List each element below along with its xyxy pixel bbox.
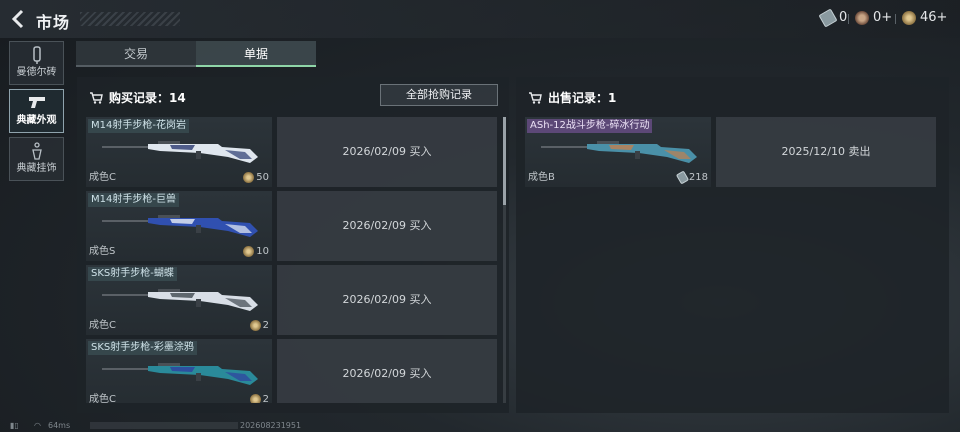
- coin-icon: [243, 246, 255, 257]
- currency-divider: [895, 14, 896, 24]
- purchase-panel: 购买记录：14 全部抢购记录 M14射手步枪-花岗岩 成色C 50 2026/0…: [77, 77, 509, 413]
- status-strip: [90, 422, 238, 429]
- wifi-icon: ◠: [34, 421, 41, 430]
- charm-icon: [28, 142, 46, 162]
- record-item-grade: 成色B: [528, 172, 555, 183]
- scrollbar-thumb[interactable]: [503, 117, 506, 205]
- sale-record-list[interactable]: ASh-12战斗步枪-碎冰行动 成色B 218 2025/12/10 卖出: [525, 117, 945, 403]
- record-item-price-value: 2: [262, 394, 269, 403]
- brick-icon: [28, 46, 46, 66]
- ticket-currency: 0: [818, 7, 848, 28]
- sidebar-item-label: 曼德尔砖: [16, 67, 57, 78]
- record-date-status: 2026/02/09 买入: [277, 191, 497, 261]
- sale-panel: 出售记录：1 ASh-12战斗步枪-碎冰行动 成色B 218 2025/12/1…: [516, 77, 949, 413]
- record-item-price: 50: [243, 172, 269, 183]
- sale-header: 出售记录：1: [528, 89, 616, 106]
- cart-buy-icon: [89, 91, 103, 104]
- record-item-card[interactable]: M14射手步枪-巨兽 成色S 10: [86, 191, 272, 261]
- coin-currency-value: 46+: [920, 10, 948, 25]
- record-item-price-value: 50: [256, 172, 269, 183]
- record-item-price: 10: [243, 246, 269, 257]
- record-item-card[interactable]: ASh-12战斗步枪-碎冰行动 成色B 218: [525, 117, 711, 187]
- record-item-price-value: 2: [262, 320, 269, 331]
- top-bar: 市场 0 0+ 46+: [0, 0, 960, 38]
- status-bar: ▮▯ ◠ 64ms 202608231951: [0, 419, 960, 432]
- record-item-name: ASh-12战斗步枪-碎冰行动: [527, 119, 653, 133]
- record-item-price: 218: [675, 170, 708, 185]
- purchase-record-row[interactable]: M14射手步枪-巨兽 成色S 10 2026/02/09 买入: [86, 191, 498, 261]
- battery-icon: ▮▯: [10, 421, 19, 430]
- build-number: 202608231951: [240, 421, 302, 430]
- record-item-grade: 成色S: [89, 246, 116, 257]
- skull-currency[interactable]: 0+: [855, 10, 892, 25]
- ticket-icon: [675, 170, 690, 185]
- ticket-currency-value: 0: [839, 10, 848, 25]
- coin-icon: [902, 10, 916, 25]
- sidebar-item-label: 典藏外观: [16, 115, 57, 126]
- record-item-name: M14射手步枪-巨兽: [88, 193, 179, 207]
- sale-record-row[interactable]: ASh-12战斗步枪-碎冰行动 成色B 218 2025/12/10 卖出: [525, 117, 937, 187]
- record-item-price: 2: [249, 394, 269, 403]
- pistol-icon: [28, 94, 46, 114]
- coin-icon: [249, 394, 261, 403]
- ping-readout: 64ms: [48, 421, 71, 430]
- rifle-image: [102, 141, 258, 163]
- record-date-status: 2026/02/09 买入: [277, 339, 497, 403]
- record-item-price-value: 10: [256, 246, 269, 257]
- record-item-name: SKS射手步枪-彩墨涂鸦: [88, 341, 197, 355]
- tab-trade[interactable]: 交易: [76, 41, 196, 67]
- purchase-header: 购买记录：14: [89, 89, 186, 106]
- record-item-grade: 成色C: [89, 172, 116, 183]
- tab-orders[interactable]: 单据: [196, 41, 316, 67]
- record-item-card[interactable]: M14射手步枪-花岗岩 成色C 50: [86, 117, 272, 187]
- cart-sell-icon: [528, 91, 542, 104]
- rifle-image: [102, 215, 258, 237]
- sale-count: 出售记录：1: [548, 91, 617, 105]
- record-item-card[interactable]: SKS射手步枪-蝴蝶 成色C 2: [86, 265, 272, 335]
- sidebar-item-collection-skins[interactable]: 典藏外观: [9, 89, 64, 133]
- ticket-icon: [818, 7, 838, 28]
- purchase-list-scrollbar[interactable]: [503, 117, 506, 403]
- rifle-image: [102, 363, 258, 385]
- record-date-status: 2025/12/10 卖出: [716, 117, 936, 187]
- purchase-record-row[interactable]: SKS射手步枪-蝴蝶 成色C 2 2026/02/09 买入: [86, 265, 498, 335]
- coin-currency[interactable]: 46+: [902, 10, 947, 25]
- purchase-count: 购买记录：14: [109, 91, 186, 105]
- rifle-image: [102, 289, 258, 311]
- coin-icon: [249, 320, 261, 331]
- record-item-grade: 成色C: [89, 320, 116, 331]
- record-item-name: SKS射手步枪-蝴蝶: [88, 267, 177, 281]
- all-rush-purchase-records-button[interactable]: 全部抢购记录: [380, 84, 498, 106]
- record-item-price: 2: [249, 320, 269, 331]
- title-decoration: [80, 12, 180, 26]
- record-item-name: M14射手步枪-花岗岩: [88, 119, 189, 133]
- skull-coin-icon: [855, 10, 869, 25]
- record-item-price-value: 218: [688, 172, 708, 183]
- rifle-image: [541, 141, 697, 163]
- tab-bar: 交易 单据: [76, 41, 316, 67]
- sidebar-item-mandel-brick[interactable]: 曼德尔砖: [9, 41, 64, 85]
- purchase-record-row[interactable]: M14射手步枪-花岗岩 成色C 50 2026/02/09 买入: [86, 117, 498, 187]
- sidebar-item-collection-charms[interactable]: 典藏挂饰: [9, 137, 64, 181]
- purchase-record-list[interactable]: M14射手步枪-花岗岩 成色C 50 2026/02/09 买入 M14射手步枪…: [86, 117, 498, 403]
- coin-icon: [243, 172, 255, 183]
- sidebar-item-label: 典藏挂饰: [16, 163, 57, 174]
- skull-currency-value: 0+: [873, 10, 893, 25]
- record-date-status: 2026/02/09 买入: [277, 117, 497, 187]
- record-date-status: 2026/02/09 买入: [277, 265, 497, 335]
- record-item-card[interactable]: SKS射手步枪-彩墨涂鸦 成色C 2: [86, 339, 272, 403]
- chevron-left-icon[interactable]: [10, 9, 28, 29]
- record-item-grade: 成色C: [89, 394, 116, 403]
- currency-divider: [848, 14, 849, 24]
- purchase-record-row[interactable]: SKS射手步枪-彩墨涂鸦 成色C 2 2026/02/09 买入: [86, 339, 498, 403]
- page-title: 市场: [36, 13, 71, 32]
